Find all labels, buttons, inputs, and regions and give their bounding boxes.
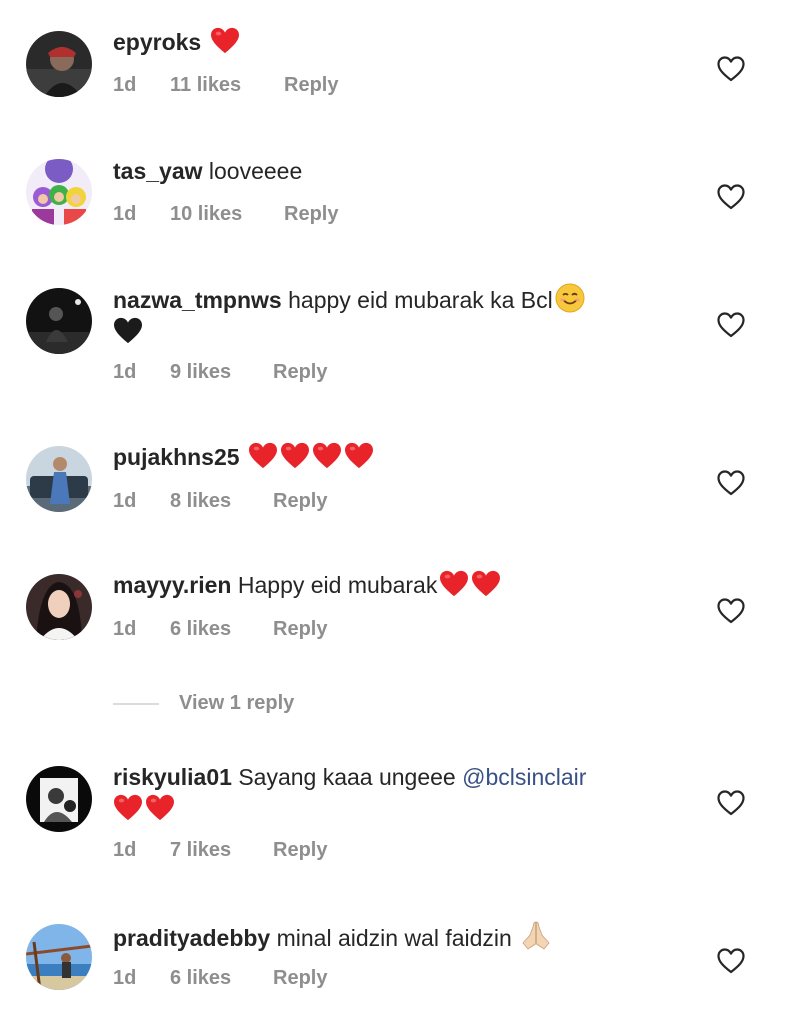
comment-likes[interactable]: 11 likes [170,71,284,99]
comment-text: mayyy.rien Happy eid mubarak [113,569,673,601]
view-replies-button[interactable]: View 1 reply [113,688,294,718]
avatar[interactable] [26,288,92,354]
comment-username[interactable]: nazwa_tmpnws [113,287,282,313]
red-heart-emoji [312,442,342,470]
comment-mention-link[interactable]: @bclsinclair [462,764,586,790]
reply-button[interactable]: Reply [273,964,327,992]
comment-time: 1d [113,490,137,512]
like-heart-icon[interactable] [717,948,745,974]
comment-meta: 1d 6 likes Reply [113,964,327,992]
comment-likes[interactable]: 8 likes [170,487,273,515]
comment-meta: 1d 8 likes Reply [113,487,327,515]
comment-username[interactable]: epyroks [113,29,201,55]
reply-button[interactable]: Reply [284,71,338,99]
comment-text: nazwa_tmpnws happy eid mubarak ka Bcl [113,283,673,348]
comment-text: riskyulia01 Sayang kaaa ungeee @bclsincl… [113,761,673,825]
like-heart-icon[interactable] [717,312,745,338]
comment-likes[interactable]: 10 likes [170,200,284,228]
comment-time: 1d [113,967,137,989]
reply-button[interactable]: Reply [273,615,327,643]
red-heart-emoji [248,442,278,470]
red-heart-emoji [145,794,175,822]
comment-meta: 1d 10 likes Reply [113,200,338,228]
like-heart-icon[interactable] [717,598,745,624]
comment-username[interactable]: tas_yaw [113,158,203,184]
comment-likes[interactable]: 7 likes [170,836,273,864]
comment-meta: 1d 11 likes Reply [113,71,338,99]
red-heart-emoji [113,794,143,822]
comment-username[interactable]: pujakhns25 [113,444,240,470]
red-heart-emoji [280,442,310,470]
comment-text: pradityadebby minal aidzin wal faidzin [113,919,673,954]
comment-likes[interactable]: 9 likes [170,358,273,386]
avatar[interactable] [26,446,92,512]
comment-text: epyroks [113,26,673,58]
comment-text: tas_yaw looveeee [113,155,673,187]
comment-time: 1d [113,839,137,861]
smiling-face-emoji [555,283,585,313]
red-heart-emoji [471,570,501,598]
avatar[interactable] [26,159,92,225]
view-replies-label[interactable]: View 1 reply [179,692,294,714]
view-replies-divider [113,702,159,705]
avatar[interactable] [26,766,92,832]
comment-time: 1d [113,203,137,225]
comment-meta: 1d 7 likes Reply [113,836,327,864]
like-heart-icon[interactable] [717,184,745,210]
black-heart-emoji [113,317,143,345]
comment-username[interactable]: mayyy.rien [113,572,231,598]
like-heart-icon[interactable] [717,790,745,816]
comment-username[interactable]: riskyulia01 [113,764,232,790]
reply-button[interactable]: Reply [273,836,327,864]
avatar[interactable] [26,924,92,990]
comment-body: Sayang kaaa ungeee [238,764,456,790]
comment-time: 1d [113,361,137,383]
comment-body: looveeee [208,158,303,184]
comment-time: 1d [113,618,137,640]
red-heart-emoji [439,570,469,598]
reply-button[interactable]: Reply [273,487,327,515]
avatar[interactable] [26,31,92,97]
like-heart-icon[interactable] [717,56,745,82]
comment-username[interactable]: pradityadebby [113,925,270,951]
comment-likes[interactable]: 6 likes [170,615,273,643]
red-heart-emoji [344,442,374,470]
comment-meta: 1d 9 likes Reply [113,358,327,386]
comment-time: 1d [113,74,137,96]
reply-button[interactable]: Reply [284,200,338,228]
like-heart-icon[interactable] [717,470,745,496]
comment-text: pujakhns25 [113,441,673,473]
comment-body: happy eid mubarak ka Bcl [288,287,553,313]
folded-hands-emoji [520,919,552,951]
comment-body: minal aidzin wal faidzin [276,925,512,951]
comment-body: Happy eid mubarak [237,572,438,598]
red-heart-emoji [210,27,240,55]
comment-likes[interactable]: 6 likes [170,964,273,992]
avatar[interactable] [26,574,92,640]
reply-button[interactable]: Reply [273,358,327,386]
comment-meta: 1d 6 likes Reply [113,615,327,643]
